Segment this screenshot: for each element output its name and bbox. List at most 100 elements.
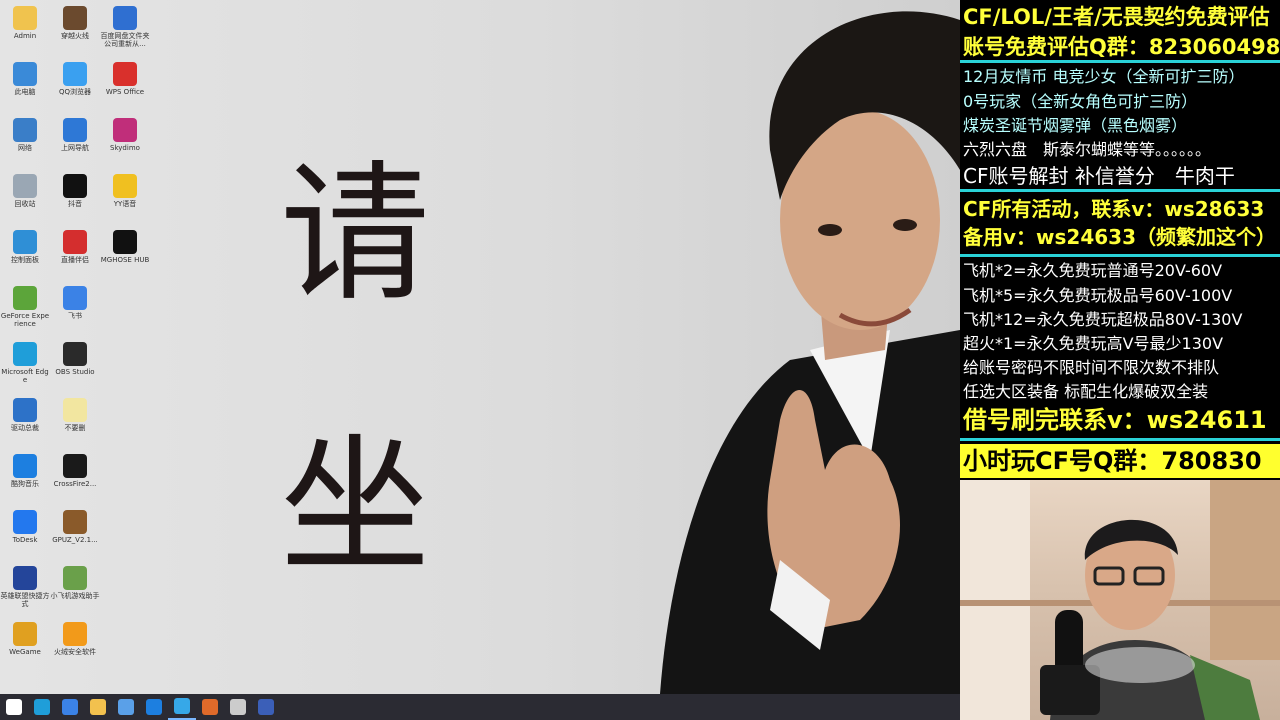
desktop-icon-label: OBS Studio: [55, 368, 95, 376]
overlay-text-line: 煤炭圣诞节烟雾弹（黑色烟雾）: [963, 116, 1188, 135]
taskbar-button[interactable]: [224, 694, 252, 720]
app-icon: [13, 118, 37, 142]
taskbar-button[interactable]: [196, 694, 224, 720]
desktop-icon[interactable]: 火绒安全软件: [50, 622, 100, 656]
app-icon: [113, 174, 137, 198]
desktop-icon[interactable]: MGHOSE HUB: [100, 230, 150, 264]
app-icon: [13, 398, 37, 422]
desktop-icon[interactable]: Skydimo: [100, 118, 150, 152]
app-icon: [113, 62, 137, 86]
desktop-icon[interactable]: 酷狗音乐: [0, 454, 50, 488]
desktop-icon-label: 控制面板: [11, 256, 39, 264]
webcam-feed: [960, 480, 1280, 720]
desktop-icon[interactable]: WPS Office: [100, 62, 150, 96]
app-icon: [13, 230, 37, 254]
desktop-icon-label: 直播伴侣: [61, 256, 89, 264]
desktop-icon[interactable]: 控制面板: [0, 230, 50, 264]
desktop-icon[interactable]: 抖音: [50, 174, 100, 208]
wallpaper-person-image: [660, 11, 960, 694]
overlay-text-line: 任选大区装备 标配生化爆破双全装: [963, 382, 1209, 401]
app-icon: [13, 6, 37, 30]
overlay-text-line: 0号玩家（全新女角色可扩三防）: [963, 92, 1198, 111]
desktop-icon[interactable]: 此电脑: [0, 62, 50, 96]
taskbar-button[interactable]: [168, 694, 196, 720]
desktop-icon[interactable]: 驱动总裁: [0, 398, 50, 432]
app-icon: [13, 174, 37, 198]
wallpaper-char-zuo: 坐: [280, 420, 431, 594]
app-icon: [13, 342, 37, 366]
taskbar-button[interactable]: [0, 694, 28, 720]
feishu-icon: [62, 699, 78, 715]
desktop-icon[interactable]: 小飞机游戏助手: [50, 566, 100, 600]
overlay-text-line: 飞机*12=永久免费玩超极品80V-130V: [963, 310, 1243, 329]
wallpaper-char-qing: 请: [280, 148, 431, 322]
kugou-icon: [146, 699, 162, 715]
taskbar-button[interactable]: [252, 694, 280, 720]
desktop-icon[interactable]: 英雄联盟快捷方式: [0, 566, 50, 608]
desktop-icon[interactable]: WeGame: [0, 622, 50, 656]
app-icon: [13, 566, 37, 590]
desktop-icon-label: 小飞机游戏助手: [50, 592, 100, 600]
desktop-icon-label: 英雄联盟快捷方式: [0, 592, 50, 608]
desktop-icon-label: Admin: [13, 32, 37, 40]
desktop-icon[interactable]: 网络: [0, 118, 50, 152]
overlay-text-line: 账号免费评估Q群：823060498: [963, 35, 1280, 59]
desktop-icon[interactable]: 上网导航: [50, 118, 100, 152]
desktop-icon-label: 此电脑: [14, 88, 36, 96]
desktop-icon-label: 驱动总裁: [11, 424, 39, 432]
app-icon: [113, 6, 137, 30]
windows-start-icon: [6, 699, 22, 715]
app-icon: [13, 286, 37, 310]
overlay-text-line: 飞机*2=永久免费玩普通号20V-60V: [963, 261, 1223, 280]
overlay-text-line: CF所有活动，联系v：ws28633: [963, 197, 1265, 221]
desktop-icon[interactable]: 直播伴侣: [50, 230, 100, 264]
taskbar-button[interactable]: [112, 694, 140, 720]
app-g-icon: [202, 699, 218, 715]
divider-band: [960, 438, 1280, 441]
desktop-icon[interactable]: OBS Studio: [50, 342, 100, 376]
desktop-icon-label: 回收站: [14, 200, 36, 208]
desktop-icon[interactable]: 不要删: [50, 398, 100, 432]
desktop-icon-label: 飞书: [68, 312, 82, 320]
app-icon: [63, 230, 87, 254]
desktop-icon-label: WeGame: [9, 648, 41, 656]
desktop-icon-label: GeForce Experience: [0, 312, 50, 328]
desktop-icon-label: 火绒安全软件: [54, 648, 96, 656]
taskbar: [0, 694, 960, 720]
desktop-icon[interactable]: QQ浏览器: [50, 62, 100, 96]
taskbar-button[interactable]: [84, 694, 112, 720]
desktop-icon[interactable]: Microsoft Edge: [0, 342, 50, 384]
overlay-text-line: 飞机*5=永久免费玩极品号60V-100V: [963, 286, 1233, 305]
app-icon: [63, 342, 87, 366]
taskbar-button[interactable]: [56, 694, 84, 720]
desktop-icon-label: Microsoft Edge: [1, 368, 49, 384]
desktop-icon[interactable]: 穿越火线: [50, 6, 100, 40]
desktop-icon[interactable]: 百度网盘文件夹公司重新从...: [100, 6, 150, 48]
desktop-icon-label: WPS Office: [105, 88, 145, 96]
desktop-icon-label: 酷狗音乐: [11, 480, 39, 488]
desktop-icon[interactable]: 回收站: [0, 174, 50, 208]
desktop-icon-label: 穿越火线: [61, 32, 89, 40]
desktop-icon-label: 抖音: [68, 200, 82, 208]
app-icon: [63, 174, 87, 198]
app-icon: [13, 510, 37, 534]
desktop-icon[interactable]: 飞书: [50, 286, 100, 320]
taskbar-button[interactable]: [28, 694, 56, 720]
desktop-icon[interactable]: ToDesk: [0, 510, 50, 544]
desktop-icon[interactable]: Admin: [0, 6, 50, 40]
desktop-icon-label: GPUZ_V2.1...: [52, 536, 98, 544]
overlay-text-line: 借号刷完联系v：ws24611: [963, 406, 1267, 434]
desktop-icon[interactable]: YY语音: [100, 174, 150, 208]
desktop: Admin 穿越火线 百度网盘文件夹公司重新从... 此电脑 QQ浏览器 WPS Offi…: [0, 0, 960, 694]
desktop-icon[interactable]: GeForce Experience: [0, 286, 50, 328]
overlay-text-line: 小时玩CF号Q群：780830: [960, 444, 1280, 478]
overlay-text-line: 超火*1=永久免费玩高V号最少130V: [963, 334, 1224, 353]
desktop-icon[interactable]: CrossFire2...: [50, 454, 100, 488]
taskbar-button[interactable]: [140, 694, 168, 720]
overlay-text-line: 备用v：ws24633（频繁加这个）: [963, 225, 1276, 249]
desktop-icon-label: ToDesk: [12, 536, 38, 544]
desktop-icon[interactable]: GPUZ_V2.1...: [50, 510, 100, 544]
app-icon: [63, 286, 87, 310]
divider-band: [960, 254, 1280, 257]
app-icon: [63, 622, 87, 646]
